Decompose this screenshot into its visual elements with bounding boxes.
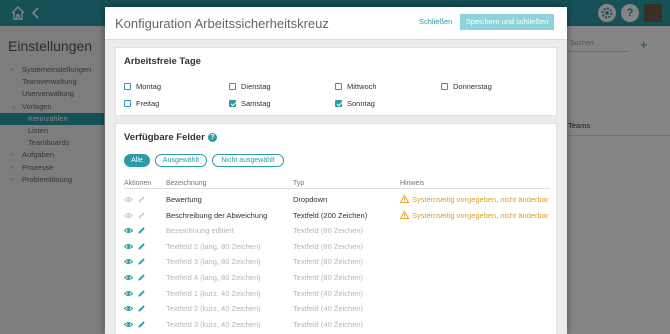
edit-pencil-icon[interactable] [137, 242, 146, 251]
close-button[interactable]: Schließen [419, 17, 452, 26]
row-actions [123, 289, 148, 298]
save-and-close-button[interactable]: Speichern und schließen [460, 14, 554, 30]
field-name: Textfeld 1 (kurz, 40 Zeichen) [166, 288, 261, 298]
field-name: Textfeld 4 (lang, 80 Zeichen) [166, 273, 261, 282]
table-row: Beschreibung der Abweichung Textfeld (200… [116, 208, 556, 224]
visibility-eye-icon[interactable] [123, 226, 134, 235]
field-name: Textfeld 3 (lang, 80 Zeichen) [166, 257, 261, 267]
column-actions: Aktionen [124, 180, 152, 187]
field-name: Textfeld 3 (kurz, 40 Zeichen) [166, 319, 261, 329]
edit-pencil-icon[interactable] [137, 273, 146, 282]
row-actions [123, 226, 148, 235]
warning-icon [399, 210, 410, 219]
edit-pencil-icon[interactable] [137, 304, 146, 313]
filter-selected[interactable]: Ausgewählt [155, 154, 207, 167]
field-type: Textfeld (80 Zeichen) [293, 241, 364, 251]
visibility-eye-icon[interactable] [123, 304, 134, 313]
table-row: Bezeichnung editiert Textfeld (80 Zeichen… [116, 223, 556, 239]
field-name: Textfeld 2 (lang, 80 Zeichen) [166, 241, 261, 251]
filter-not-selected[interactable]: Nicht ausgewählt [212, 154, 284, 167]
table-row: Textfeld 2 (kurz, 40 Zeichen) Textfeld (4… [116, 301, 556, 317]
field-name: Textfeld 2 (kurz, 40 Zeichen) [166, 304, 261, 314]
field-name: Bezeichnung editiert [166, 226, 234, 236]
field-type: Dropdown [293, 195, 328, 204]
configuration-modal: Konfiguration Arbeitssicherheitskreuz Sc… [105, 7, 567, 334]
edit-pencil-icon[interactable] [137, 289, 146, 298]
row-actions [123, 257, 148, 266]
field-type: Textfeld (40 Zeichen) [293, 319, 364, 329]
available-fields-card: Verfügbare Felder ? Alle Ausgewählt Nich… [115, 123, 557, 334]
field-type: Textfeld (80 Zeichen) [293, 257, 364, 267]
row-actions [123, 273, 148, 282]
field-name: Beschreibung der Abweichung [166, 210, 268, 220]
column-name: Bezeichnung [166, 180, 207, 187]
visibility-eye-icon[interactable] [123, 273, 134, 282]
divider [124, 188, 550, 189]
row-actions [123, 320, 148, 329]
visibility-eye-icon [123, 211, 134, 220]
visibility-eye-icon[interactable] [123, 320, 134, 329]
field-type: Textfeld (40 Zeichen) [293, 288, 364, 298]
edit-pencil-icon [137, 195, 146, 204]
table-row: Textfeld 4 (lang, 80 Zeichen) Textfeld (8… [116, 270, 556, 286]
visibility-eye-icon[interactable] [123, 257, 134, 266]
field-name: Bewertung [166, 195, 202, 204]
column-hint: Hinweis [400, 180, 425, 187]
field-type: Textfeld (200 Zeichen) [293, 210, 368, 220]
edit-pencil-icon[interactable] [137, 226, 146, 235]
table-row: Textfeld 1 (kurz, 40 Zeichen) Textfeld (4… [116, 286, 556, 302]
table-row: Textfeld 3 (kurz, 40 Zeichen) Textfeld (4… [116, 317, 556, 333]
visibility-eye-icon[interactable] [123, 242, 134, 251]
table-row: Textfeld 3 (lang, 80 Zeichen) Textfeld (8… [116, 254, 556, 270]
modal-title: Konfiguration Arbeitssicherheitskreuz [115, 16, 329, 31]
field-type: Textfeld (80 Zeichen) [293, 273, 364, 282]
table-row: Bewertung Dropdown Systemseitig vorgegeben… [116, 192, 556, 208]
field-type: Textfeld (40 Zeichen) [293, 304, 364, 314]
row-actions [123, 242, 148, 251]
modal-header: Konfiguration Arbeitssicherheitskreuz Sc… [105, 7, 567, 40]
row-actions [123, 195, 148, 204]
visibility-eye-icon [123, 195, 134, 204]
edit-pencil-icon [137, 211, 146, 220]
filter-all[interactable]: Alle [124, 154, 150, 167]
edit-pencil-icon[interactable] [137, 320, 146, 329]
row-actions [123, 211, 148, 220]
field-type: Textfeld (80 Zeichen) [293, 226, 364, 236]
non-working-days-card: Arbeitsfreie Tage Montag Dienstag Mittwo… [115, 47, 557, 116]
info-icon[interactable]: ? [208, 133, 217, 142]
edit-pencil-icon[interactable] [137, 257, 146, 266]
card-title: Verfügbare Felder [124, 132, 205, 143]
column-type: Typ [293, 180, 305, 187]
card-title: Arbeitsfreie Tage [124, 56, 201, 67]
warning-icon [399, 194, 410, 203]
visibility-eye-icon[interactable] [123, 289, 134, 298]
table-row: Textfeld 2 (lang, 80 Zeichen) Textfeld (8… [116, 239, 556, 255]
row-actions [123, 304, 148, 313]
